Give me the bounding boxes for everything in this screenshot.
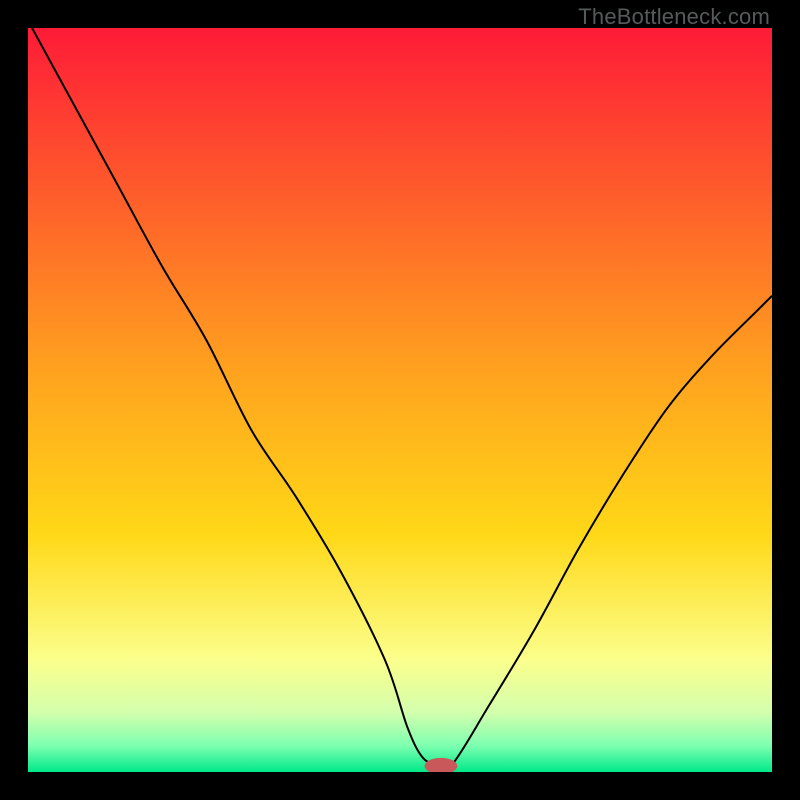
plot-area: [28, 28, 772, 772]
bottleneck-curve: [28, 28, 772, 772]
watermark-text: TheBottleneck.com: [578, 4, 770, 30]
optimal-marker: [425, 758, 458, 772]
chart-frame: TheBottleneck.com: [0, 0, 800, 800]
